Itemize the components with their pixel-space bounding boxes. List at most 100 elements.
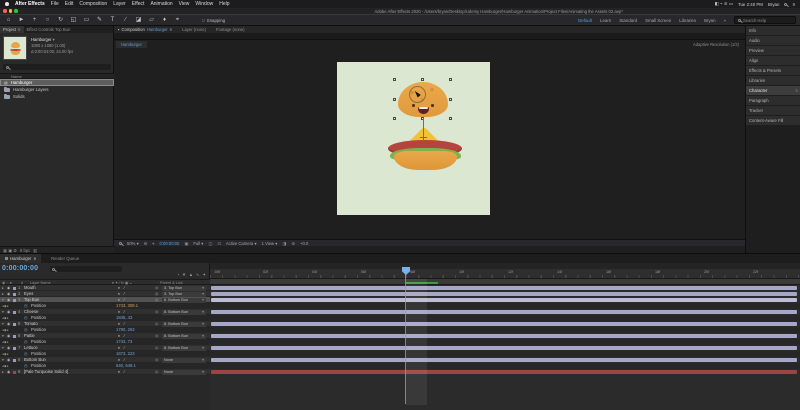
parent-dropdown[interactable]: None▾ (162, 358, 206, 363)
panel-paragraph[interactable]: Paragraph (746, 96, 800, 105)
parent-dropdown[interactable]: 3. Top Bun▾ (162, 292, 206, 297)
caret-down-icon[interactable]: ▾ (53, 37, 55, 42)
parent-dropdown[interactable]: 3. Top Bun▾ (162, 286, 206, 291)
snapshot-camera-icon[interactable]: ▣ (184, 241, 188, 246)
project-row-hamburger-layers[interactable]: Hamburger Layers (0, 86, 114, 93)
tab-project[interactable]: Project ≡ (0, 26, 24, 33)
workspace-default[interactable]: Default (578, 18, 592, 23)
selection-handle[interactable] (449, 78, 452, 81)
panel-preview[interactable]: Preview (746, 46, 800, 55)
parent-dropdown[interactable]: 8. Bottom Bun▾ (162, 322, 206, 327)
panel-menu-icon[interactable]: ≡ (18, 26, 20, 33)
time-ruler[interactable]: :00f 02f 04f 06f 08f 10f 12f 14f 16f 18f… (210, 269, 800, 279)
eraser-tool-icon[interactable]: ▱ (147, 15, 156, 25)
hand-tool-icon[interactable]: + (30, 15, 39, 25)
menu-view[interactable]: View (179, 1, 190, 7)
search-help-field[interactable]: Search Help (734, 16, 796, 24)
layer-duration-bar-lettuce[interactable] (211, 346, 797, 350)
project-row-hamburger[interactable]: ▦ Hamburger (0, 79, 114, 86)
project-footer-icons[interactable]: ▦ ▣ ⚙ (3, 248, 17, 253)
trash-icon[interactable]: ▥ (33, 248, 37, 253)
panel-menu-icon[interactable]: ≡ (796, 86, 798, 95)
pan-behind-tool-icon[interactable]: ◱ (69, 15, 78, 25)
exposure-value[interactable]: +0.0 (300, 241, 308, 246)
workspace-custom[interactable]: Bryan (704, 18, 715, 23)
menu-effect[interactable]: Effect (132, 1, 145, 7)
brainstorm-icon[interactable]: ✦ (202, 272, 206, 277)
graph-editor-icon[interactable]: ∿ (196, 272, 200, 277)
home-tool-icon[interactable]: ⌂ (4, 15, 13, 25)
traffic-lights[interactable] (3, 9, 18, 13)
current-timecode[interactable]: 0:00:00:00 (2, 265, 38, 272)
menubar-clock[interactable]: Tue 2:40 PM (738, 2, 763, 7)
clone-stamp-tool-icon[interactable]: ◪ (134, 15, 143, 25)
workspace-learn[interactable]: Learn (600, 18, 611, 23)
layer-color-swatch[interactable] (13, 311, 16, 314)
panel-align[interactable]: Align (746, 56, 800, 65)
mask-shape-tool-icon[interactable]: ▭ (82, 15, 91, 25)
panel-content-aware-fill[interactable]: Content-Aware Fill (746, 116, 800, 125)
layer-color-swatch[interactable] (13, 359, 16, 362)
tab-layer[interactable]: Layer (none) (182, 27, 206, 32)
selection-bounding-box[interactable] (394, 79, 452, 120)
layer-duration-bar-mouth[interactable] (211, 286, 797, 290)
selection-handle[interactable] (393, 98, 396, 101)
apple-icon[interactable] (5, 2, 9, 6)
menubar-status-icons[interactable]: ◧ ⌁ ≋ ▭ (715, 1, 733, 7)
type-tool-icon[interactable]: T (108, 15, 117, 25)
work-area-bar[interactable] (210, 279, 800, 285)
snapping-toggle[interactable]: □ Snapping (202, 18, 225, 23)
zoom-level-dropdown[interactable]: 50% ▾ (127, 241, 139, 246)
layer-color-swatch[interactable] (13, 347, 16, 350)
tab-composition[interactable]: ▪ Composition Hamburger ≡ (118, 27, 172, 32)
menubar-user[interactable]: Bryan (768, 2, 779, 7)
selection-handle[interactable] (449, 98, 452, 101)
panel-tracker[interactable]: Tracker (746, 106, 800, 115)
fast-previews-gear-icon[interactable]: ⚙ (291, 241, 295, 246)
panel-info[interactable]: Info (746, 26, 800, 35)
menu-animation[interactable]: Animation (150, 1, 172, 7)
workspace-small-screen[interactable]: Small Screen (645, 18, 671, 23)
pixel-aspect-icon[interactable]: ◨ (282, 241, 286, 246)
selection-handle[interactable] (393, 78, 396, 81)
menu-window[interactable]: Window (195, 1, 213, 7)
parent-dropdown[interactable]: None▾ (162, 370, 206, 375)
panel-libraries[interactable]: Libraries (746, 76, 800, 85)
selection-tool-icon[interactable]: ► (17, 15, 26, 25)
parent-dropdown[interactable]: 8. Bottom Bun▾ (162, 334, 206, 339)
composition-mini-flowchart-icon[interactable]: ◔ (177, 272, 180, 277)
parent-dropdown[interactable]: 8. Bottom Bun▾ (162, 346, 206, 351)
viewer-timecode[interactable]: 0:00:00:00 (160, 241, 180, 246)
menu-help[interactable]: Help (219, 1, 229, 7)
project-row-solids[interactable]: Solids (0, 93, 114, 100)
panel-effects-presets[interactable]: Effects & Presets (746, 66, 800, 75)
grid-guides-icon[interactable]: ⊞ (144, 241, 148, 246)
bit-depth-button[interactable]: 8 bpc (20, 248, 30, 253)
snapping-checkbox-icon[interactable]: □ (202, 18, 205, 23)
camera-dropdown[interactable]: Active Camera ▾ (226, 241, 257, 246)
parent-dropdown[interactable]: 8. Bottom Bun▾ (162, 310, 206, 315)
roto-brush-tool-icon[interactable]: ♦ (160, 15, 169, 25)
menu-composition[interactable]: Composition (79, 1, 107, 7)
panel-menu-icon[interactable]: ≡ (34, 256, 37, 261)
layer-duration-bar-cheese[interactable] (211, 310, 797, 314)
resolution-dropdown[interactable]: Full ▾ (193, 241, 203, 246)
timeline-track-area[interactable]: :00f 02f 04f 06f 08f 10f 12f 14f 16f 18f… (210, 263, 800, 410)
layer-duration-bar-eyes[interactable] (211, 292, 797, 296)
spotlight-search-icon[interactable] (784, 3, 787, 6)
frame-blend-icon[interactable]: ❄ (182, 272, 186, 277)
layer-color-swatch[interactable] (13, 293, 16, 296)
anchor-crosshair[interactable] (423, 134, 424, 141)
timeline-search-field[interactable] (50, 266, 122, 272)
view-layout-dropdown[interactable]: 1 View ▾ (262, 241, 278, 246)
selection-handle[interactable] (421, 78, 424, 81)
menu-after-effects[interactable]: After Effects (15, 1, 45, 7)
layer-duration-bar-solid[interactable] (211, 370, 797, 374)
menu-edit[interactable]: Edit (65, 1, 74, 7)
tab-effect-controls[interactable]: Effect Controls Top Bun (24, 26, 74, 33)
menu-file[interactable]: File (51, 1, 59, 7)
project-item-name[interactable]: Hamburger (31, 37, 51, 42)
composition-canvas[interactable] (337, 62, 490, 215)
pen-tool-icon[interactable]: ✎ (95, 15, 104, 25)
zoom-tool-icon[interactable]: ○ (43, 15, 52, 25)
